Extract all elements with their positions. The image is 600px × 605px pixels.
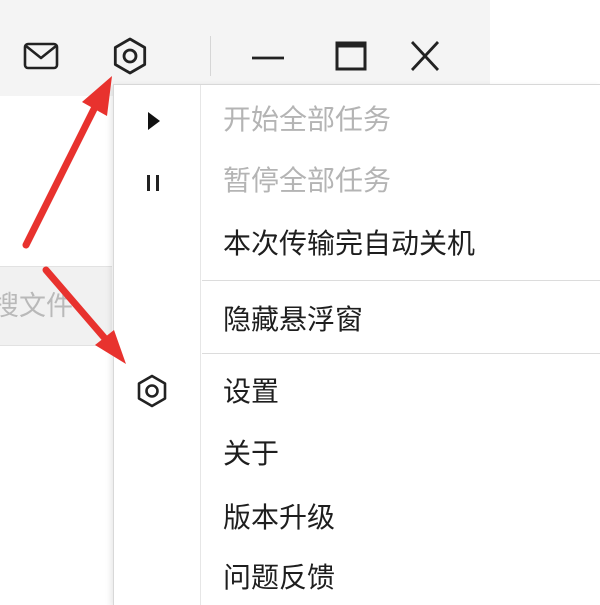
- maximize-icon[interactable]: [332, 38, 370, 74]
- settings-menu: 开始全部任务 暂停全部任务 本次传输完自动关机 隐藏悬浮窗 设置 关于 版本升级…: [113, 84, 600, 605]
- menu-gutter-line: [200, 85, 201, 605]
- search-placeholder: 搜文件: [0, 291, 73, 322]
- close-icon[interactable]: [406, 38, 444, 74]
- settings-icon: [137, 374, 167, 408]
- menu-item-feedback[interactable]: 问题反馈: [223, 561, 335, 595]
- settings-icon[interactable]: [110, 36, 150, 76]
- menu-item-start-all[interactable]: 开始全部任务: [223, 103, 391, 137]
- menu-item-hide-floating-window[interactable]: 隐藏悬浮窗: [223, 303, 363, 337]
- menu-item-upgrade[interactable]: 版本升级: [223, 501, 335, 535]
- menu-icon-gutter: [114, 85, 200, 605]
- menu-item-about[interactable]: 关于: [223, 437, 279, 471]
- mail-icon[interactable]: [22, 40, 60, 72]
- menu-item-settings[interactable]: 设置: [223, 375, 279, 409]
- pause-icon: [147, 175, 159, 191]
- menu-item-pause-all[interactable]: 暂停全部任务: [223, 164, 391, 198]
- menu-separator: [202, 280, 600, 281]
- title-bar-edge: [490, 0, 600, 96]
- menu-item-auto-shutdown[interactable]: 本次传输完自动关机: [223, 227, 475, 261]
- title-bar-divider: [210, 36, 211, 76]
- play-icon: [148, 112, 160, 130]
- minimize-icon[interactable]: [248, 40, 288, 74]
- menu-separator: [202, 353, 600, 354]
